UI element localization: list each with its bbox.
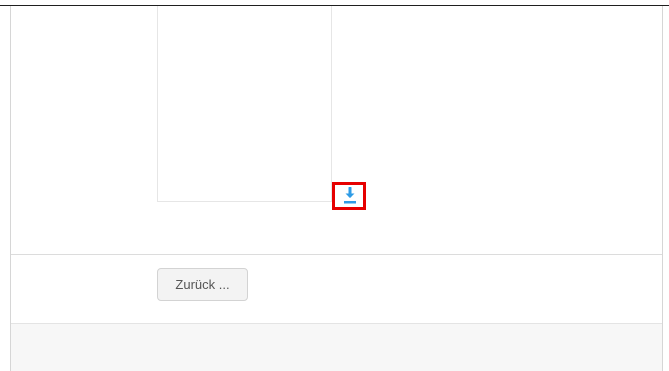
download-icon [344, 187, 356, 204]
content-panel: Zurück ... [10, 6, 663, 371]
download-button[interactable] [332, 182, 366, 210]
image-preview [157, 6, 332, 202]
section-divider [11, 254, 662, 255]
footer-area [11, 323, 662, 371]
back-button[interactable]: Zurück ... [157, 268, 248, 301]
